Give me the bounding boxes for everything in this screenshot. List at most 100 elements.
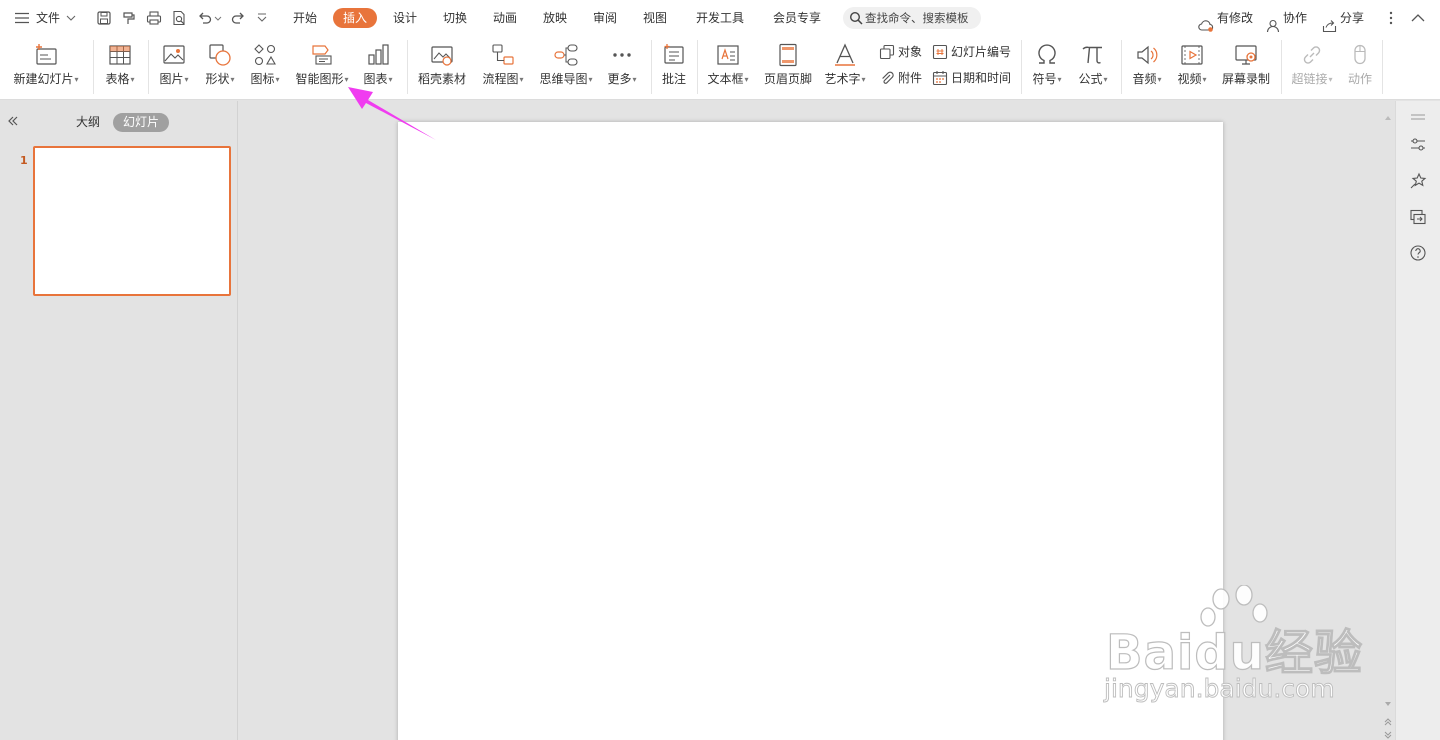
print-preview-icon[interactable] (171, 10, 187, 26)
flowchart-icon (490, 42, 516, 68)
new-slide-icon (33, 42, 59, 68)
baidu-jingyan-watermark: Baidu经验 jingyan.baidu.com (1100, 585, 1370, 710)
textbox-label: 文本框 (707, 72, 744, 86)
vertical-scrollbar[interactable] (1381, 101, 1395, 740)
slide-thumbnail[interactable] (33, 146, 231, 296)
speaker-icon (1134, 42, 1160, 68)
formula-button[interactable]: 公式▾ (1073, 40, 1113, 94)
attachment-label: 附件 (898, 71, 923, 85)
comment-icon (661, 42, 687, 68)
save-icon[interactable] (96, 10, 112, 26)
customize-toolbar-icon[interactable] (256, 10, 268, 26)
collapse-ribbon-icon[interactable] (1410, 10, 1426, 26)
object-icon (879, 44, 895, 60)
textbox-icon (715, 42, 741, 68)
video-button[interactable]: 视频▾ (1172, 40, 1212, 94)
print-icon[interactable] (146, 10, 162, 26)
slide-number: 1 (20, 154, 28, 167)
table-button[interactable]: 表格▾ (101, 40, 139, 94)
slide-number-icon (932, 44, 948, 60)
screen-record-icon (1233, 42, 1259, 68)
insert-ribbon: 新建幻灯片▾ 表格▾ 图片▾ 形状▾ 图标▾ 智能图形▾ 图表▾ 稻壳素材 流程… (0, 36, 1440, 100)
date-time-label: 日期和时间 (951, 71, 1012, 85)
hyperlink-button[interactable]: 超链接▾ (1287, 40, 1337, 94)
new-slide-button[interactable]: 新建幻灯片▾ (8, 40, 84, 94)
audio-button[interactable]: 音频▾ (1128, 40, 1166, 94)
wordart-button[interactable]: 艺术字▾ (820, 40, 870, 94)
icon-button[interactable]: 图标▾ (246, 40, 284, 94)
undo-icon[interactable] (197, 10, 213, 26)
video-label: 视频 (1177, 72, 1202, 86)
textbox-button[interactable]: 文本框▾ (704, 40, 752, 94)
pi-icon (1080, 42, 1106, 68)
comment-button[interactable]: 批注 (657, 40, 691, 94)
symbol-button[interactable]: 符号▾ (1027, 40, 1067, 94)
tab-developer[interactable]: 开发工具 (690, 8, 750, 28)
icon-label: 图标 (250, 72, 275, 86)
shape-button[interactable]: 形状▾ (200, 40, 240, 94)
header-footer-button[interactable]: 页眉页脚 (760, 40, 816, 94)
task-pane-sidebar (1395, 101, 1440, 740)
paperclip-icon (879, 70, 895, 86)
share-icon (1322, 11, 1337, 33)
tab-transitions[interactable]: 切换 (435, 8, 475, 28)
slide-transition-icon[interactable] (1409, 208, 1427, 226)
action-button[interactable]: 动作 (1342, 40, 1378, 94)
bar-chart-icon (365, 42, 391, 68)
tab-animations[interactable]: 动画 (485, 8, 525, 28)
mindmap-label: 思维导图 (539, 72, 588, 86)
hamburger-icon (14, 12, 30, 24)
previous-slide-icon[interactable] (1384, 715, 1392, 726)
redo-icon[interactable] (230, 10, 246, 26)
smartart-icon (309, 42, 335, 68)
screen-record-label: 屏幕录制 (1221, 72, 1270, 86)
collapse-pane-icon[interactable] (6, 114, 20, 128)
screen-record-button[interactable]: 屏幕录制 (1218, 40, 1274, 94)
scroll-down-arrow-icon[interactable] (1384, 697, 1392, 706)
annotation-arrow (348, 87, 436, 140)
more-button[interactable]: 更多▾ (603, 40, 641, 94)
header-footer-label: 页眉页脚 (763, 72, 812, 86)
more-options-icon[interactable] (1384, 10, 1398, 26)
tab-review[interactable]: 审阅 (585, 8, 625, 28)
slides-tab[interactable]: 幻灯片 (113, 113, 169, 132)
next-slide-icon[interactable] (1384, 728, 1392, 739)
sidebar-menu-icon[interactable] (1409, 108, 1427, 126)
collaborate-label: 协作 (1283, 11, 1308, 25)
properties-icon[interactable] (1409, 136, 1427, 154)
file-menu-label: 文件 (36, 11, 61, 25)
symbol-label: 符号 (1032, 72, 1057, 86)
user-icon (1266, 11, 1280, 33)
tab-slideshow[interactable]: 放映 (535, 8, 575, 28)
flowchart-button[interactable]: 流程图▾ (477, 40, 529, 94)
comment-label: 批注 (661, 72, 686, 86)
chevron-down-icon (66, 14, 76, 22)
outline-tab[interactable]: 大纲 (76, 113, 100, 131)
flowchart-label: 流程图 (482, 72, 519, 86)
tab-view[interactable]: 视图 (635, 8, 675, 28)
help-icon[interactable] (1409, 244, 1427, 262)
shape-icon (207, 42, 233, 68)
mindmap-button[interactable]: 思维导图▾ (535, 40, 597, 94)
tab-insert[interactable]: 插入 (333, 8, 377, 28)
mouse-icon (1347, 42, 1373, 68)
material-library-icon (429, 42, 455, 68)
smartart-label: 智能图形 (295, 72, 344, 86)
unsaved-label: 有修改 (1217, 11, 1254, 25)
video-icon (1179, 42, 1205, 68)
wordart-icon (832, 42, 858, 68)
table-label: 表格 (105, 72, 130, 86)
formula-label: 公式 (1078, 72, 1103, 86)
animation-star-icon[interactable] (1409, 172, 1427, 190)
format-painter-icon[interactable] (121, 10, 137, 26)
picture-button[interactable]: 图片▾ (155, 40, 193, 94)
tab-member[interactable]: 会员专享 (767, 8, 827, 28)
tab-home[interactable]: 开始 (285, 8, 325, 28)
undo-dropdown-icon[interactable] (214, 10, 222, 26)
scroll-up-arrow-icon[interactable] (1384, 111, 1392, 120)
search-box[interactable]: 查找命令、搜索模板 (843, 7, 981, 29)
slide-navigation-pane: 大纲 幻灯片 1 (0, 101, 238, 740)
tab-design[interactable]: 设计 (385, 8, 425, 28)
picture-label: 图片 (159, 72, 184, 86)
hyperlink-label: 超链接 (1291, 72, 1328, 86)
